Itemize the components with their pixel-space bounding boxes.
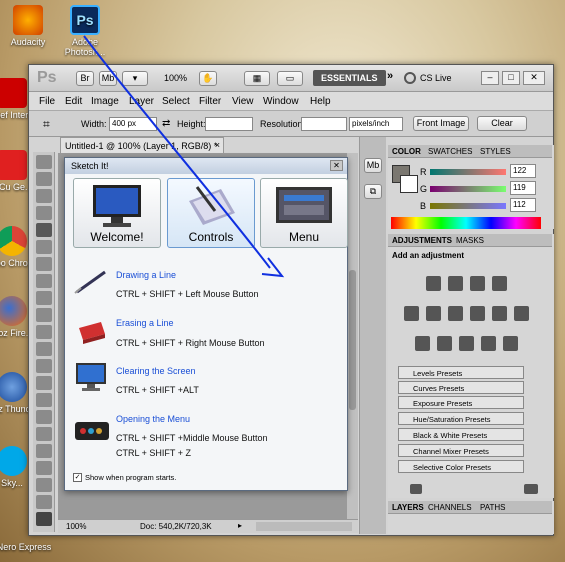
drawn-arrow-line [83, 35, 271, 269]
drawn-arrow [83, 35, 285, 278]
